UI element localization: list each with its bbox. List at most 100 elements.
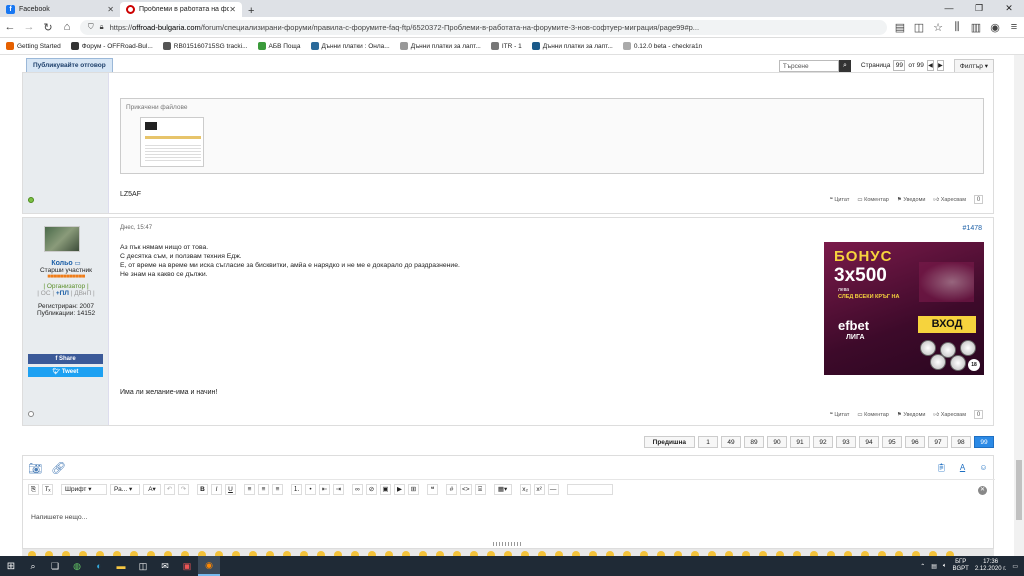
advertisement-banner[interactable]: БОНУС 3x500 лева СЛЕД ВСЕКИ КРЪГ НА efbe… — [824, 242, 984, 375]
page-link[interactable]: 98 — [951, 436, 971, 448]
minimize-icon[interactable]: — — [934, 0, 964, 17]
bookmark-item[interactable]: Дънни платки за лапт... — [399, 42, 481, 50]
image-icon[interactable]: ▣ — [380, 484, 391, 495]
language-indicator[interactable]: БГР BGPT — [953, 559, 969, 573]
page-link[interactable]: 89 — [744, 436, 764, 448]
search-input[interactable]: Търсене — [778, 59, 839, 72]
tab-forum[interactable]: Проблеми в работата на фо... ✕ — [120, 2, 242, 17]
filter-button[interactable]: Филтър ▾ — [953, 58, 994, 73]
page-scrollbar[interactable] — [1014, 55, 1024, 556]
outdent-icon[interactable]: ⇤ — [319, 484, 330, 495]
text-format-icon[interactable]: A — [957, 462, 968, 473]
avatar[interactable] — [44, 226, 80, 252]
task-view-icon[interactable]: ❏ — [44, 556, 66, 576]
page-input[interactable]: 99 — [893, 60, 906, 71]
message-icon[interactable]: ▭ — [75, 260, 81, 267]
volume-icon[interactable]: 🔈︎ — [943, 563, 947, 570]
sidebar-icon[interactable]: ▥ — [970, 21, 982, 34]
network-icon[interactable]: ▤ — [931, 563, 937, 570]
table-icon[interactable]: ▦▾ — [493, 484, 512, 495]
notifications-icon[interactable]: ▭ — [1012, 563, 1018, 570]
notify-button[interactable]: ⚑ Уведоми — [897, 197, 926, 203]
next-page-icon[interactable]: ▶ — [936, 60, 944, 71]
tray-up-icon[interactable]: ⌃ — [920, 563, 925, 570]
windows-start-icon[interactable]: ⊞ — [0, 561, 22, 572]
ad-cta-button[interactable]: ВХОД — [918, 316, 976, 333]
italic-icon[interactable]: I — [211, 484, 222, 495]
align-center-icon[interactable]: ≡ — [258, 484, 269, 495]
php-icon[interactable]: ⌸ — [474, 484, 486, 495]
quote-button[interactable]: ❝ Цитат — [830, 412, 850, 418]
account-icon[interactable]: ◉ — [989, 21, 1001, 34]
bullet-list-icon[interactable]: • — [305, 484, 316, 495]
clear-icon[interactable]: ✕ — [978, 486, 987, 495]
horizontal-rule-icon[interactable]: ― — [547, 484, 559, 495]
font-select[interactable]: Шрифт ▾ — [61, 484, 107, 495]
size-select[interactable]: Ра... ▾ — [110, 484, 140, 495]
align-left-icon[interactable]: ≡ — [244, 484, 255, 495]
bookmark-item[interactable]: Форум - OFFRoad-Bul... — [70, 42, 153, 50]
quote-button[interactable]: ❝ Цитат — [830, 197, 850, 203]
align-right-icon[interactable]: ≡ — [272, 484, 283, 495]
bookmark-item[interactable]: АБВ Поща — [257, 42, 301, 50]
source-icon[interactable]: ⎘ — [28, 484, 39, 495]
attachment-thumbnail[interactable] — [140, 117, 204, 167]
facebook-share-button[interactable]: f Share — [28, 354, 103, 364]
code-icon[interactable]: <> — [460, 484, 472, 495]
page-link[interactable]: 96 — [905, 436, 925, 448]
menu-icon[interactable]: ≡ — [1008, 21, 1020, 33]
forward-icon[interactable]: → — [23, 21, 35, 33]
tweet-button[interactable]: 🐦︎ Tweet — [28, 367, 103, 377]
close-window-icon[interactable]: ✕ — [994, 0, 1024, 17]
link-icon[interactable]: 🔗︎ — [51, 461, 66, 475]
resize-handle[interactable] — [493, 542, 521, 546]
app-icon[interactable]: ◍ — [66, 556, 88, 576]
page-link[interactable]: 1 — [698, 436, 718, 448]
publish-reply-button[interactable]: Публикувайте отговор — [26, 58, 113, 73]
current-page[interactable]: 99 — [974, 436, 994, 448]
file-explorer-icon[interactable]: ▬ — [110, 556, 132, 576]
underline-icon[interactable]: U — [225, 484, 236, 495]
bookmark-item[interactable]: Getting Started — [6, 42, 61, 50]
tab-facebook[interactable]: f Facebook ✕ — [0, 2, 120, 17]
search-icon[interactable]: ⌕ — [22, 556, 44, 576]
page-link[interactable]: 92 — [813, 436, 833, 448]
address-bar[interactable]: ⛉ 🔒︎ https://offroad-bulgaria.com/forum/… — [80, 19, 887, 35]
store-icon[interactable]: ◫ — [132, 556, 154, 576]
restore-icon[interactable]: ❐ — [964, 0, 994, 17]
library-icon[interactable]: ⫼ — [951, 21, 963, 34]
back-icon[interactable]: ← — [4, 21, 16, 33]
emoji-icon[interactable]: ☺ — [978, 462, 989, 473]
firefox-icon[interactable]: ◉ — [198, 556, 220, 576]
page-link[interactable]: 97 — [928, 436, 948, 448]
camera-icon[interactable]: 📷︎ — [28, 462, 42, 475]
reload-icon[interactable]: ↻ — [42, 21, 54, 34]
bookmark-star-icon[interactable]: ☆ — [932, 21, 944, 34]
attach-icon[interactable]: ⊞ — [408, 484, 419, 495]
superscript-icon[interactable]: x² — [533, 484, 545, 495]
page-link[interactable]: 95 — [882, 436, 902, 448]
page-link[interactable]: 49 — [721, 436, 741, 448]
app-icon[interactable]: ▣ — [176, 556, 198, 576]
bookmark-item[interactable]: RB015160715SG tracki... — [162, 42, 248, 50]
post-number-link[interactable]: #1478 — [963, 225, 982, 232]
like-button[interactable]: 👍︎ Харесвам — [933, 412, 966, 418]
prev-page-icon[interactable]: ◀ — [926, 60, 934, 71]
subscript-icon[interactable]: x₂ — [519, 484, 531, 495]
bookmark-item[interactable]: Дънни платки : Онла... — [310, 42, 390, 50]
clipboard-icon[interactable]: 📋︎ — [936, 462, 947, 473]
close-tab-icon[interactable]: ✕ — [229, 5, 236, 14]
quote-icon[interactable]: ❝ — [427, 484, 438, 495]
scrollbar-thumb[interactable] — [1016, 460, 1022, 520]
unlink-icon[interactable]: ⊘ — [366, 484, 377, 495]
page-link[interactable]: 94 — [859, 436, 879, 448]
search-icon[interactable]: ⌕ — [838, 59, 851, 72]
like-button[interactable]: 👍︎ Харесвам — [933, 197, 966, 203]
bold-icon[interactable]: B — [197, 484, 208, 495]
page-link[interactable]: 90 — [767, 436, 787, 448]
bookmark-item[interactable]: Дънни платки за лапт... — [531, 42, 613, 50]
reader-icon[interactable]: ▤ — [894, 21, 906, 34]
prev-page-button[interactable]: Предишна — [643, 436, 695, 448]
page-link[interactable]: 91 — [790, 436, 810, 448]
new-tab-button[interactable]: + — [242, 5, 260, 17]
